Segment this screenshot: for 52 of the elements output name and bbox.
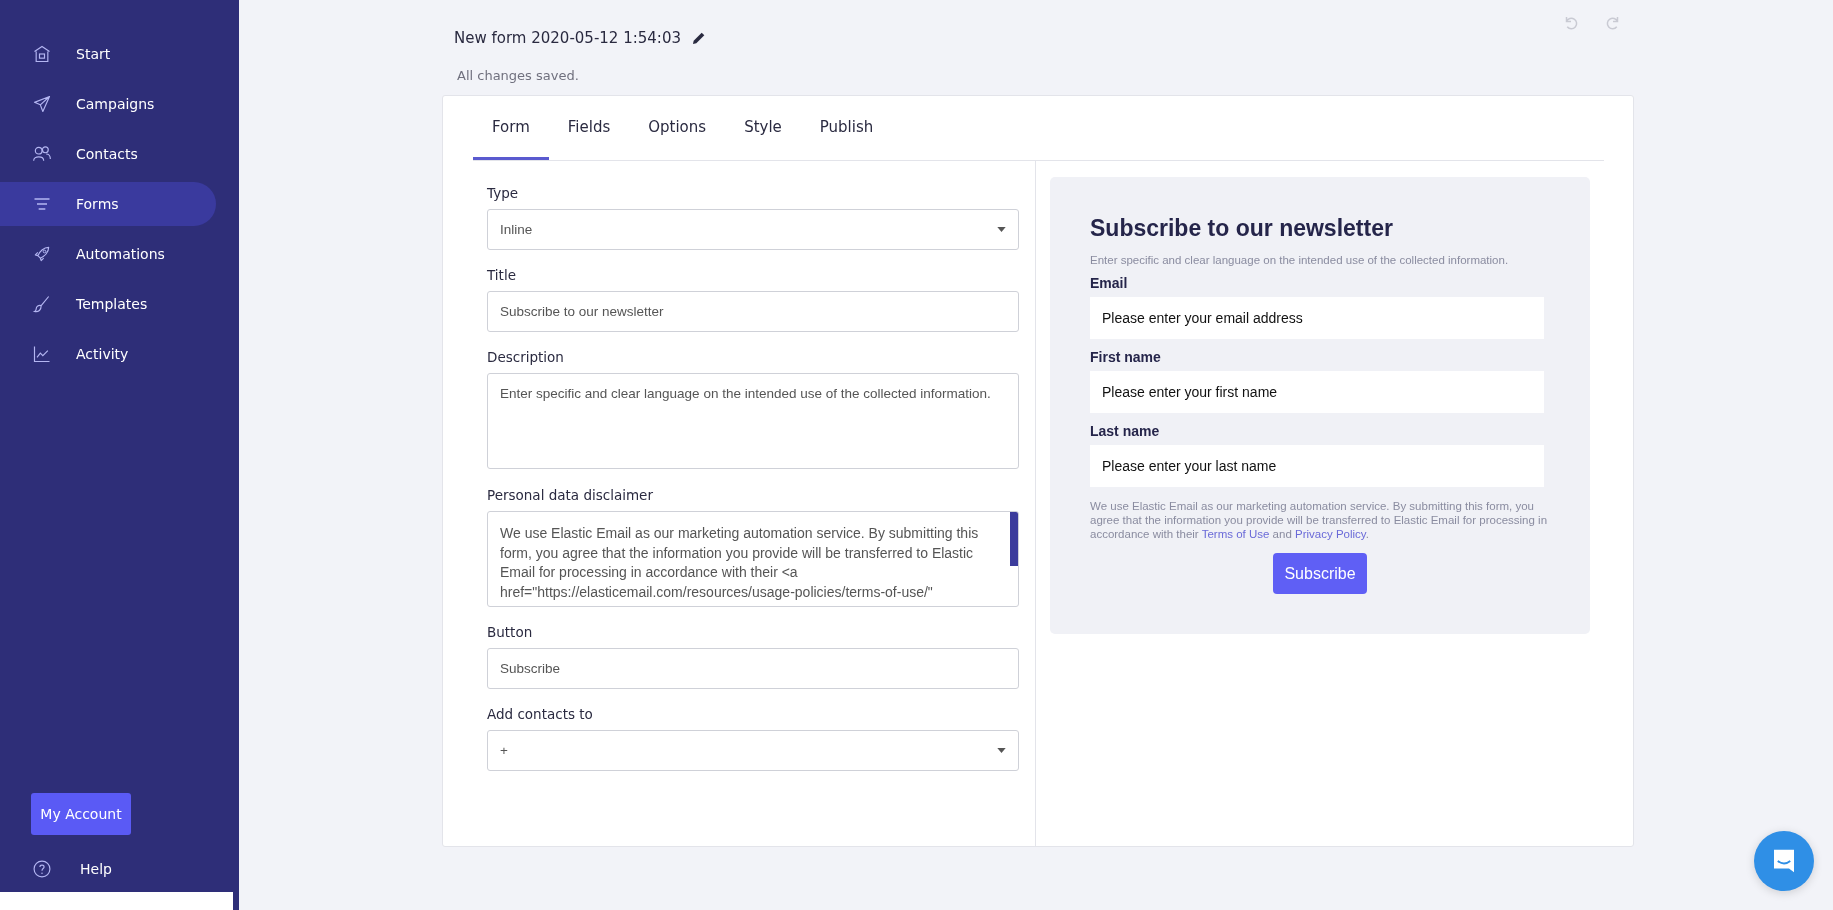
terms-link[interactable]: Terms of Use	[1201, 528, 1270, 540]
pencil-icon[interactable]	[691, 30, 707, 46]
textarea-field[interactable]: Enter specific and clear language on the intended use of the collected information.	[487, 373, 1019, 469]
tab[interactable]: Fields	[548, 96, 630, 160]
chart-icon	[32, 344, 52, 364]
save-status: All changes saved.	[457, 68, 580, 83]
select-field[interactable]: Inline	[487, 209, 1019, 250]
field-label: Button	[487, 624, 534, 640]
sidebar-item[interactable]: Campaigns	[0, 82, 216, 126]
sidebar-item[interactable]: Start	[0, 32, 216, 76]
paper-plane-icon	[32, 94, 52, 114]
textarea-field[interactable]: We use Elastic Email as our marketing automation service. By submitting this form, you agree that the information you provide will be transferred to Elastic Email for processing in accordance with their <a href="https://elasticemail.com/resources/usage-policies/terms-of-use/"	[487, 511, 1019, 607]
form-title: New form 2020-05-12 1:54:03	[454, 29, 681, 47]
preview-title: Subscribe to our newsletter	[1090, 215, 1394, 242]
preview-field-label: Email	[1090, 275, 1129, 291]
rocket-icon	[32, 244, 52, 264]
preview-input-field[interactable]: Please enter your email address	[1090, 297, 1544, 339]
field-label: Add contacts to	[487, 706, 594, 722]
privacy-link[interactable]: Privacy Policy	[1295, 528, 1366, 540]
people-icon	[32, 144, 52, 164]
sidebar-item[interactable]: Activity	[0, 332, 216, 376]
select-field[interactable]: +	[487, 730, 1019, 771]
field-label: Personal data disclaimer	[487, 487, 654, 503]
tab[interactable]: Style	[725, 96, 801, 160]
field-label: Type	[487, 185, 519, 201]
field-label: Title	[487, 267, 517, 283]
caret-icon	[997, 227, 1006, 232]
home-icon	[32, 44, 52, 64]
input-field[interactable]: Subscribe	[487, 648, 1019, 689]
help-link[interactable]: Help	[0, 849, 239, 889]
input-field[interactable]: Subscribe to our newsletter	[487, 291, 1019, 332]
field-label: Description	[487, 349, 565, 365]
scrollbar-thumb[interactable]	[1010, 512, 1018, 566]
preview-description: Enter specific and clear language on the intended use of the collected information.	[1090, 254, 1510, 266]
help-icon	[32, 859, 52, 879]
sidebar-item[interactable]: Contacts	[0, 132, 216, 176]
sidebar-item[interactable]: Templates	[0, 282, 216, 326]
my-account-button[interactable]: My Account	[31, 793, 131, 835]
preview-field-label: Last name	[1090, 423, 1161, 439]
preview-input-field[interactable]: Please enter your first name	[1090, 371, 1544, 413]
subscribe-button[interactable]: Subscribe	[1273, 553, 1367, 594]
sidebar-item[interactable]: Automations	[0, 232, 216, 276]
preview-input-field[interactable]: Please enter your last name	[1090, 445, 1544, 487]
preview-field-label: First name	[1090, 349, 1162, 365]
preview-disclaimer: We use Elastic Email as our marketing automation service. By submitting this form, you agree that the information you provide will be transferred to Elastic Email for processing in accordance with their Terms of Use and Privacy Policy.	[1090, 499, 1549, 541]
caret-icon	[997, 748, 1006, 753]
tab[interactable]: Publish	[800, 96, 893, 160]
chat-button[interactable]	[1754, 831, 1814, 891]
tab[interactable]: Form	[473, 96, 549, 160]
brush-icon	[32, 294, 52, 314]
sidebar-item[interactable]: Forms	[0, 182, 216, 226]
tab[interactable]: Options	[629, 96, 726, 160]
